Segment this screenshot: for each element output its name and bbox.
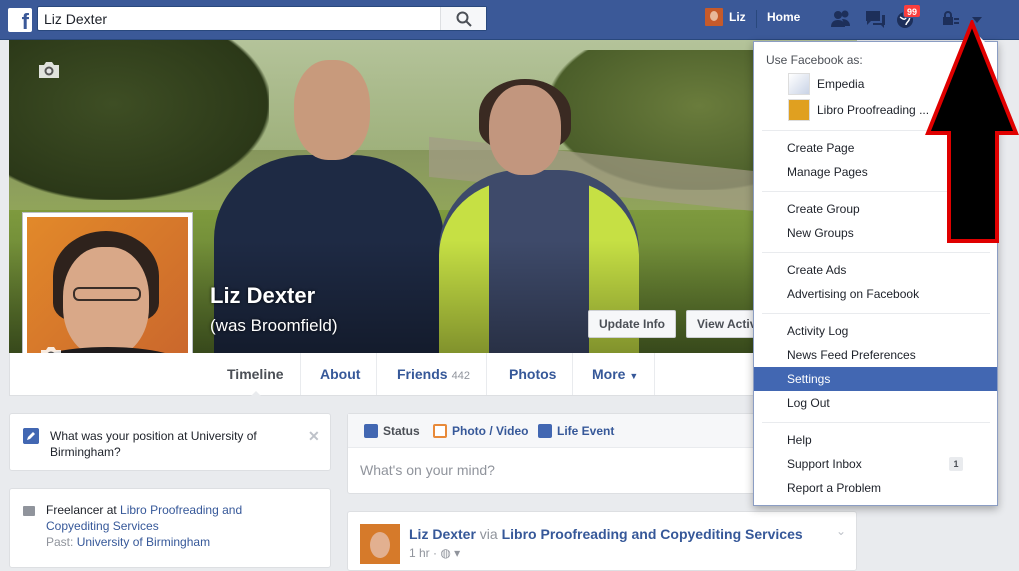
- menu-log-out[interactable]: Log Out: [754, 391, 997, 415]
- messages-icon[interactable]: [864, 9, 886, 29]
- menu-activity-log[interactable]: Activity Log: [754, 319, 997, 343]
- intro-card: Freelancer at Libro Proofreading and Cop…: [9, 488, 331, 568]
- composer-photo-video-option[interactable]: Photo / Video: [433, 424, 528, 438]
- past-employer-link[interactable]: University of Birmingham: [77, 535, 210, 549]
- post-author-link[interactable]: Liz Dexter: [409, 526, 476, 542]
- post-page-link[interactable]: Libro Proofreading and Copyediting Servi…: [502, 526, 803, 542]
- chevron-down-icon: ▼: [629, 371, 639, 381]
- nav-divider: [756, 10, 757, 28]
- briefcase-icon: [23, 506, 35, 516]
- tab-photos[interactable]: Photos: [493, 353, 574, 395]
- friend-requests-icon[interactable]: [830, 9, 852, 29]
- tab-more-label: More: [592, 366, 626, 382]
- photo-icon: [433, 424, 447, 438]
- status-input[interactable]: What's on your mind?: [360, 462, 495, 478]
- menu-advertising[interactable]: Advertising on Facebook: [754, 282, 997, 306]
- user-name-link[interactable]: Liz: [729, 10, 746, 24]
- menu-divider: [762, 422, 990, 423]
- profile-alternate-name: (was Broomfield): [210, 316, 338, 335]
- view-activity-log-button[interactable]: View Activity Log: [686, 310, 756, 338]
- profile-name: Liz Dexter: [210, 283, 316, 308]
- flag-icon: [538, 424, 552, 438]
- menu-divider: [762, 313, 990, 314]
- composer-life-event-option[interactable]: Life Event: [538, 424, 614, 438]
- menu-news-feed-preferences[interactable]: News Feed Preferences: [754, 343, 997, 367]
- update-info-button[interactable]: Update Info: [588, 310, 676, 338]
- empedia-page-icon: [788, 73, 810, 95]
- past-job: Past: University of Birmingham: [46, 535, 211, 549]
- facebook-logo-icon[interactable]: f: [8, 8, 32, 34]
- menu-divider: [762, 252, 990, 253]
- search-icon: [456, 11, 472, 27]
- menu-create-ads[interactable]: Create Ads: [754, 258, 997, 282]
- profile-tab-bar: Timeline About Friends 442 Photos More ▼: [9, 353, 857, 397]
- post-header: Liz Dexter via Libro Proofreading and Co…: [409, 526, 803, 542]
- annotation-arrow-icon: [925, 20, 1019, 243]
- tab-friends[interactable]: Friends 442: [381, 353, 487, 395]
- work-prompt-text[interactable]: What was your position at University of …: [50, 428, 280, 460]
- search-input[interactable]: [38, 7, 443, 30]
- friends-count: 442: [451, 370, 470, 382]
- globe-privacy-icon[interactable]: ◍ ▾: [440, 546, 460, 560]
- pencil-icon: [364, 424, 378, 438]
- tab-friends-label: Friends: [397, 366, 448, 382]
- change-cover-camera-icon[interactable]: [37, 60, 61, 80]
- menu-settings[interactable]: Settings: [754, 367, 997, 391]
- use-facebook-as-label: Use Facebook as:: [766, 53, 863, 67]
- user-avatar[interactable]: [705, 8, 723, 26]
- search-box: [37, 6, 487, 31]
- home-link[interactable]: Home: [767, 10, 800, 24]
- work-position-prompt: What was your position at University of …: [9, 413, 331, 471]
- tab-timeline[interactable]: Timeline: [211, 353, 301, 395]
- libro-page-icon: [788, 99, 810, 121]
- edit-pencil-icon[interactable]: [23, 428, 39, 444]
- support-inbox-count-badge: 1: [949, 457, 963, 471]
- top-navigation-bar: f Liz Home 99: [0, 0, 1019, 40]
- post-author-avatar[interactable]: [360, 524, 400, 564]
- current-job: Freelancer at Libro Proofreading and Cop…: [46, 503, 243, 533]
- post-options-chevron-icon[interactable]: ⌄: [836, 524, 846, 538]
- composer-status-option[interactable]: Status: [364, 424, 420, 438]
- search-button[interactable]: [440, 7, 486, 30]
- notifications-badge: 99: [903, 4, 921, 18]
- active-tab-indicator: [250, 391, 262, 397]
- feed-post: Liz Dexter via Libro Proofreading and Co…: [347, 511, 857, 571]
- menu-report-problem[interactable]: Report a Problem: [754, 476, 997, 500]
- menu-help[interactable]: Help: [754, 428, 997, 452]
- post-timestamp: 1 hr · ◍ ▾: [409, 546, 461, 560]
- close-icon[interactable]: ✕: [308, 428, 320, 445]
- tab-more[interactable]: More ▼: [576, 353, 656, 395]
- tab-about[interactable]: About: [304, 353, 378, 395]
